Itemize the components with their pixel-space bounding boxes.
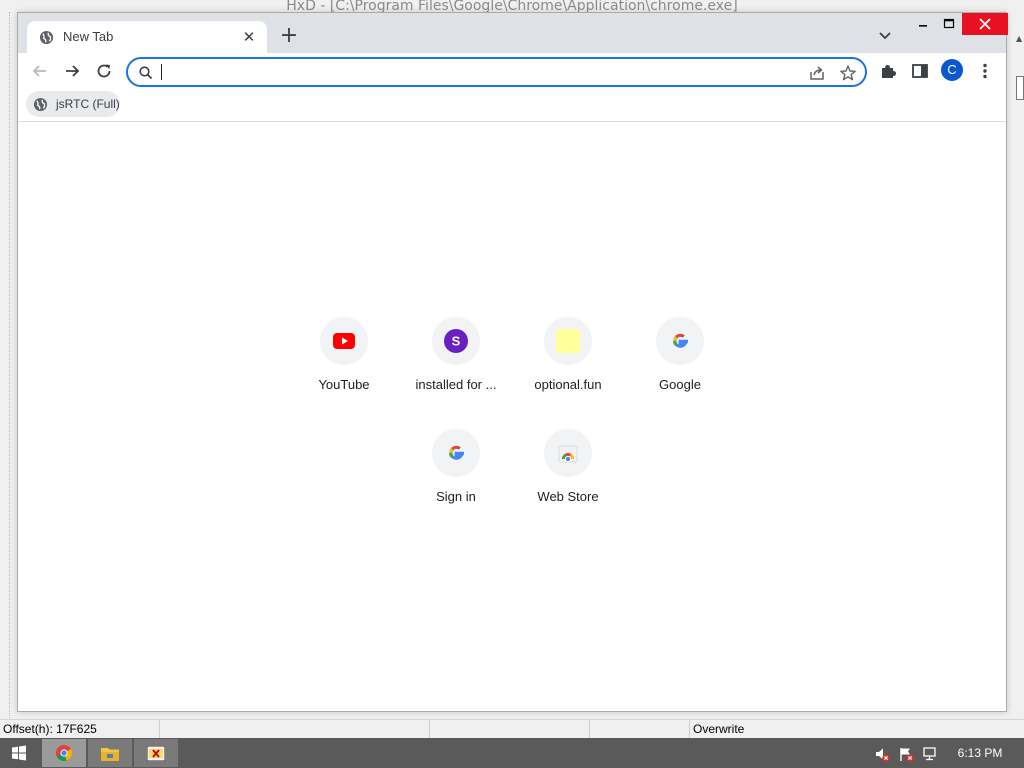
hxd-status-bar: Offset(h): 17F625 Overwrite	[0, 719, 1024, 739]
shortcut-google[interactable]: Google	[624, 317, 736, 425]
s-letter-icon: S	[444, 329, 468, 353]
action-center-flag-icon[interactable]	[898, 746, 914, 762]
status-cell-empty-1	[160, 720, 430, 739]
taskbar-chrome-button[interactable]	[42, 739, 86, 767]
shortcut-tile: S	[432, 317, 480, 365]
shortcut-sign-in[interactable]: Sign in	[400, 429, 512, 537]
tab-new-tab[interactable]: New Tab ✕	[27, 21, 267, 53]
tab-title: New Tab	[63, 29, 114, 44]
status-offset: Offset(h): 17F625	[0, 720, 160, 739]
youtube-icon	[333, 333, 355, 349]
hxd-title-bar: HxD - [C:\Program Files\Google\Chrome\Ap…	[286, 0, 738, 12]
reload-icon[interactable]	[93, 60, 115, 82]
extensions-puzzle-icon[interactable]	[877, 60, 899, 82]
web-store-icon	[558, 445, 578, 463]
bookmark-star-icon[interactable]	[839, 64, 857, 82]
maximize-icon[interactable]	[936, 13, 962, 35]
bookmarks-bar: jsRTC (Full)	[18, 89, 1006, 122]
more-menu-icon[interactable]	[974, 60, 996, 82]
taskbar-hxd-button[interactable]	[134, 739, 178, 767]
taskbar-explorer-button[interactable]	[88, 739, 132, 767]
bookmark-label: jsRTC (Full)	[56, 97, 120, 111]
minimize-icon[interactable]	[910, 13, 936, 35]
tab-close-icon[interactable]: ✕	[241, 29, 257, 45]
shortcut-tile	[544, 317, 592, 365]
address-bar[interactable]	[126, 57, 867, 87]
taskbar: 6:13 PM	[0, 738, 1024, 768]
svg-text:S: S	[452, 334, 461, 349]
hxd-left-panel	[0, 12, 10, 720]
volume-muted-icon[interactable]	[874, 746, 890, 762]
profile-avatar[interactable]: C	[941, 59, 963, 81]
chrome-window: New Tab ✕ + C jsRTC (Full) YouTube S ins…	[17, 12, 1008, 712]
shortcut-label: Sign in	[436, 489, 476, 504]
hxd-scrollbar-thumb[interactable]	[1016, 76, 1024, 100]
start-windows-icon[interactable]	[0, 739, 38, 767]
new-tab-button[interactable]: +	[277, 25, 301, 49]
shortcut-youtube[interactable]: YouTube	[288, 317, 400, 425]
share-icon[interactable]	[808, 64, 826, 82]
google-icon	[449, 445, 464, 460]
close-window-icon[interactable]	[962, 13, 1008, 35]
shortcut-optional-fun[interactable]: optional.fun	[512, 317, 624, 425]
new-tab-page: YouTube S installed for ... optional.fun	[18, 123, 1006, 711]
shortcut-label: YouTube	[318, 377, 370, 392]
globe-icon	[39, 30, 54, 45]
search-icon	[139, 66, 153, 80]
shortcut-web-store[interactable]: Web Store	[512, 429, 624, 537]
file-explorer-icon	[101, 748, 119, 761]
bookmark-jsrtc[interactable]: jsRTC (Full)	[26, 91, 120, 117]
shortcut-tile	[544, 429, 592, 477]
shortcut-tile	[432, 429, 480, 477]
shortcut-label: installed for ...	[415, 377, 497, 392]
text-caret	[161, 64, 162, 80]
status-cell-empty-2	[430, 720, 590, 739]
tab-strip: New Tab ✕ +	[18, 13, 1008, 53]
back-arrow-icon[interactable]	[29, 60, 51, 82]
tab-search-chevron-icon[interactable]	[876, 27, 894, 45]
google-icon	[673, 333, 688, 348]
shortcut-tile	[656, 317, 704, 365]
status-cell-empty-3	[590, 720, 690, 739]
taskbar-clock[interactable]: 6:13 PM	[950, 746, 1010, 760]
shortcut-label: optional.fun	[534, 377, 602, 392]
shortcut-tile	[320, 317, 368, 365]
shortcut-installed[interactable]: S installed for ...	[400, 317, 512, 425]
globe-icon	[33, 97, 48, 112]
network-icon[interactable]	[922, 746, 938, 762]
status-mode: Overwrite	[693, 722, 745, 736]
forward-arrow-icon[interactable]	[61, 60, 83, 82]
browser-toolbar: C	[18, 53, 1006, 89]
hxd-right-panel	[1014, 12, 1024, 720]
address-input[interactable]	[160, 62, 760, 82]
side-panel-icon[interactable]	[909, 60, 931, 82]
yellow-square-icon	[556, 329, 580, 353]
chrome-icon	[56, 745, 72, 761]
shortcut-label: Web Store	[537, 489, 599, 504]
scroll-up-arrow-icon[interactable]: ▲	[1016, 34, 1023, 44]
shortcut-label: Google	[659, 377, 701, 392]
hxd-icon	[147, 746, 165, 761]
